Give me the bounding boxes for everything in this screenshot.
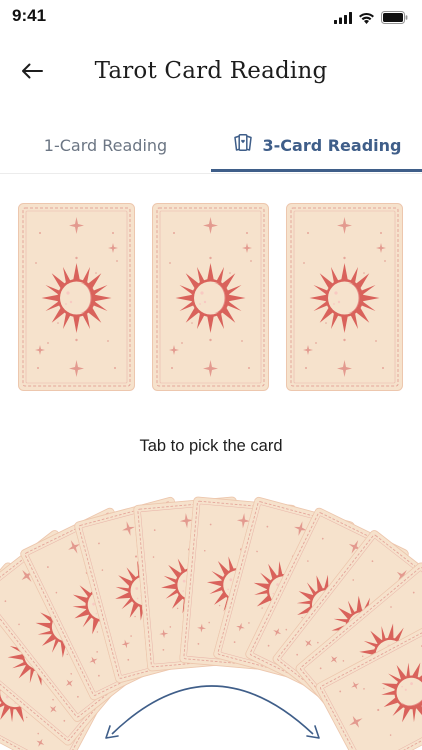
header: Tarot Card Reading (0, 44, 422, 104)
tab-label: 1-Card Reading (43, 135, 168, 155)
card-slot-2[interactable] (152, 203, 269, 391)
active-tab-indicator (211, 169, 422, 172)
pick-card-hint: Tab to pick the card (139, 437, 283, 455)
status-bar: 9:41 (0, 0, 422, 34)
tab-label: 3-Card Reading (262, 135, 402, 155)
page-title: Tarot Card Reading (94, 58, 328, 84)
tab-3-card-reading[interactable]: 3-Card Reading (211, 118, 422, 172)
wifi-icon (358, 9, 375, 28)
status-icons (334, 9, 408, 28)
card-back-icon (18, 203, 135, 391)
card-slot-1[interactable] (18, 203, 135, 391)
cellular-signal-icon (334, 9, 352, 28)
battery-icon (381, 9, 408, 28)
card-back-icon (152, 203, 269, 391)
selected-cards-row (0, 203, 422, 393)
reading-tabs: 1-Card Reading 3-Card Reading (0, 118, 422, 174)
card-back-icon (286, 203, 403, 391)
cards-icon (232, 133, 254, 157)
card-deck-fan[interactable] (0, 490, 422, 750)
card-slot-3[interactable] (286, 203, 403, 391)
status-time: 9:41 (12, 6, 47, 25)
tab-1-card-reading[interactable]: 1-Card Reading (0, 118, 211, 172)
